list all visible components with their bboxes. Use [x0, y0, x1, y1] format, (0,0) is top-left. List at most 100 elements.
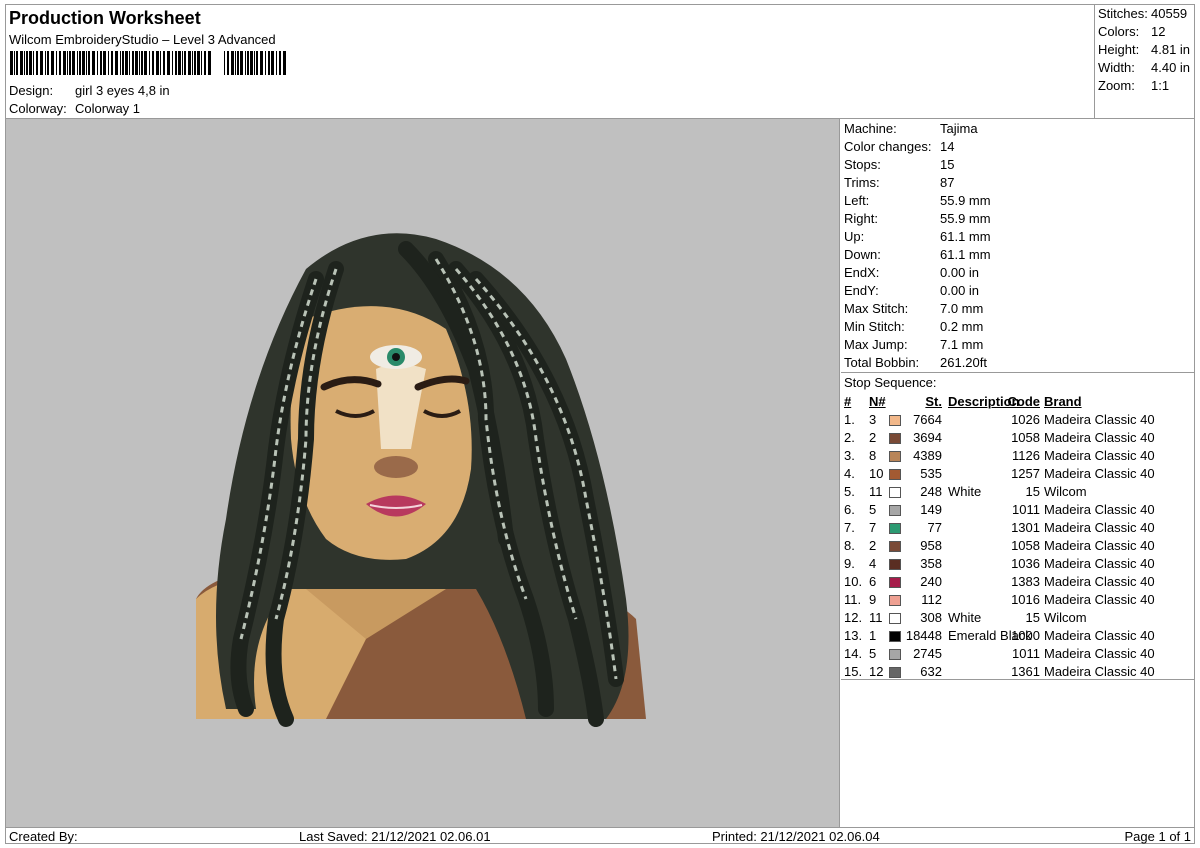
stitch-count: 7664: [913, 412, 942, 427]
barcode-bar: [192, 51, 193, 75]
stop-sequence-row: 2. 2 3694 1058 Madeira Classic 40: [841, 429, 1194, 447]
stop-num: 7.: [844, 520, 855, 535]
machine-info-row: Total Bobbin: 261.20ft: [844, 354, 987, 372]
barcode-bar: [265, 51, 266, 75]
color-swatch: [889, 451, 901, 462]
machine-info-row: EndY: 0.00 in: [844, 282, 979, 300]
stop-sequence-row: 12. 11 308 White 15 Wilcom: [841, 609, 1194, 627]
barcode-bar: [135, 51, 138, 75]
thread-brand: Madeira Classic 40: [1044, 502, 1155, 517]
barcode-bar: [178, 51, 181, 75]
barcode-bar: [235, 51, 236, 75]
stitch-count: 112: [921, 592, 942, 607]
stop-sequence-row: 1. 3 7664 1026 Madeira Classic 40: [841, 411, 1194, 429]
thread-brand: Madeira Classic 40: [1044, 430, 1155, 445]
stitch-count: 77: [927, 520, 942, 535]
barcode-bar: [172, 51, 173, 75]
barcode-bar: [279, 51, 281, 75]
machine-info-value: Tajima: [940, 121, 978, 136]
header-code: Code: [1007, 394, 1041, 409]
machine-info-row: Trims: 87: [844, 174, 954, 192]
page-title: Production Worksheet: [9, 8, 201, 28]
needle-number: 2: [869, 538, 877, 553]
header-num: #: [844, 394, 852, 409]
color-swatch: [889, 469, 901, 480]
needle-number: 1: [869, 628, 877, 643]
barcode-bar: [29, 51, 32, 75]
thread-brand: Madeira Classic 40: [1044, 628, 1155, 643]
barcode: [10, 51, 290, 79]
summary-value: 40559: [1151, 6, 1188, 21]
thread-brand: Madeira Classic 40: [1044, 592, 1155, 607]
barcode-bar: [111, 51, 113, 75]
machine-info-row: Machine: Tajima: [844, 120, 978, 138]
thread-code: 1036: [1011, 556, 1040, 571]
barcode-bar: [24, 51, 25, 75]
barcode-bar: [10, 51, 13, 75]
machine-info-label: Left:: [844, 193, 870, 208]
worksheet-footer: Created By: Last Saved: 21/12/2021 02.06…: [6, 827, 1194, 844]
barcode-bar: [197, 51, 200, 75]
barcode-bar: [283, 51, 286, 75]
barcode-bar: [20, 51, 23, 75]
header-stitches: St.: [925, 394, 942, 409]
color-swatch: [889, 631, 901, 642]
barcode-bar: [256, 51, 258, 75]
barcode-bar: [201, 51, 202, 75]
last-saved: Last Saved: 21/12/2021 02.06.01: [299, 829, 491, 844]
barcode-bar: [175, 51, 177, 75]
barcode-bar: [88, 51, 90, 75]
color-swatch: [889, 505, 901, 516]
color-swatch: [889, 487, 901, 498]
header-brand: Brand: [1044, 394, 1082, 409]
thread-code: 1011: [1012, 502, 1040, 517]
barcode-bar: [254, 51, 255, 75]
stop-sequence-row: 9. 4 358 1036 Madeira Classic 40: [841, 555, 1194, 573]
embroidery-preview-image: [196, 233, 646, 727]
barcode-bar: [45, 51, 46, 75]
thread-code: 1026: [1011, 412, 1040, 427]
stop-num: 1.: [844, 412, 855, 427]
barcode-bar: [63, 51, 66, 75]
barcode-bar: [26, 51, 28, 75]
header-needle: N#: [869, 394, 886, 409]
machine-info-row: Left: 55.9 mm: [844, 192, 991, 210]
barcode-bar: [97, 51, 98, 75]
stop-num: 2.: [844, 430, 855, 445]
barcode-bar: [79, 51, 81, 75]
barcode-bar: [132, 51, 134, 75]
barcode-bar: [160, 51, 161, 75]
summary-label: Width:: [1098, 60, 1135, 75]
barcode-bar: [237, 51, 239, 75]
barcode-bar: [144, 51, 147, 75]
table-bottom-border: [841, 679, 1194, 680]
machine-info-label: Min Stitch:: [844, 319, 905, 334]
barcode-bar: [47, 51, 49, 75]
summary-label: Zoom:: [1098, 78, 1135, 93]
barcode-bar: [69, 51, 71, 75]
thread-brand: Madeira Classic 40: [1044, 520, 1155, 535]
machine-info-value: 7.1 mm: [940, 337, 984, 352]
needle-number: 5: [869, 646, 877, 661]
stitch-count: 535: [920, 466, 942, 481]
barcode-bar: [115, 51, 118, 75]
machine-info-row: Right: 55.9 mm: [844, 210, 991, 228]
thread-code: 1011: [1012, 646, 1040, 661]
stitch-count: 149: [920, 502, 942, 517]
barcode-bar: [231, 51, 234, 75]
summary-row: Stitches: 40559: [1098, 6, 1187, 21]
machine-info-value: 0.2 mm: [940, 319, 984, 334]
barcode-bar: [56, 51, 57, 75]
barcode-bar: [240, 51, 243, 75]
summary-value: 4.81 in: [1151, 42, 1191, 57]
barcode-bar: [120, 51, 121, 75]
barcode-bar: [250, 51, 253, 75]
barcode-bar: [156, 51, 159, 75]
barcode-bar: [82, 51, 85, 75]
software-name: Wilcom EmbroideryStudio – Level 3 Advanc…: [9, 32, 276, 47]
stitch-count: 3694: [913, 430, 942, 445]
machine-info-value: 14: [940, 139, 955, 154]
barcode-bar: [271, 51, 274, 75]
barcode-bar: [276, 51, 277, 75]
barcode-bar: [36, 51, 38, 75]
